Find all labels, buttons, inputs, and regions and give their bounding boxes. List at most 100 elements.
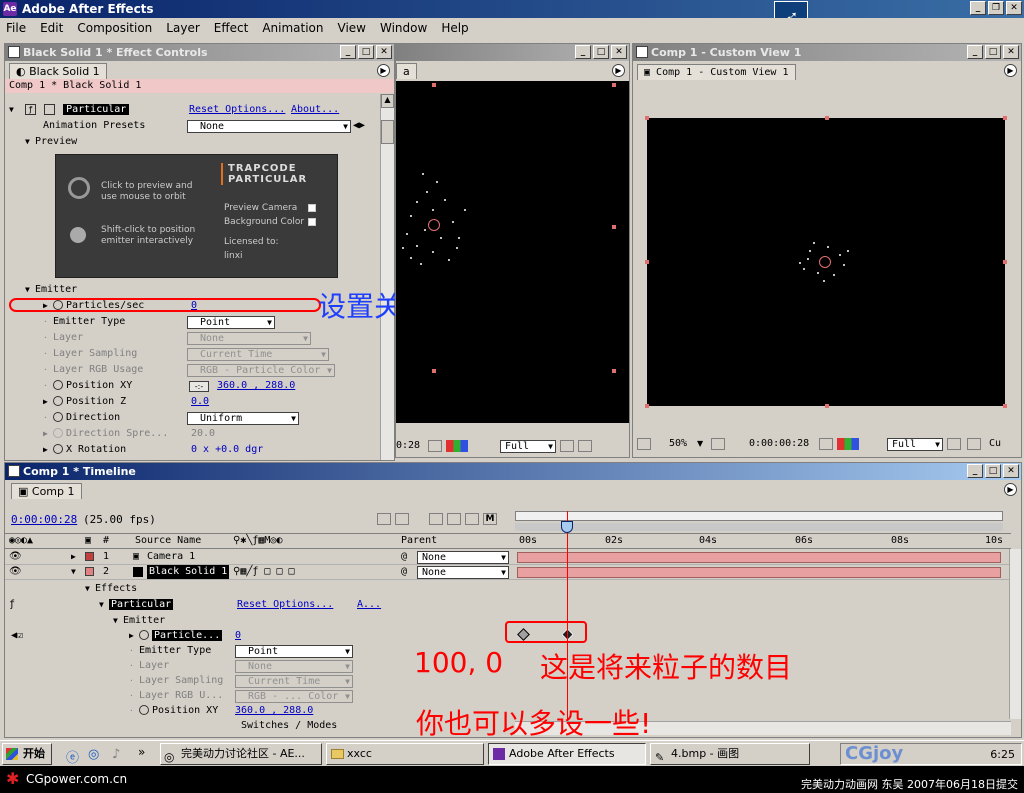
layer-label-color[interactable]: [85, 567, 94, 576]
stopwatch-icon[interactable]: [53, 396, 63, 406]
current-time-indicator[interactable]: [567, 511, 568, 733]
timeline-vscrollbar[interactable]: [1009, 549, 1021, 719]
column-source-name[interactable]: Source Name: [135, 534, 201, 548]
stopwatch-icon[interactable]: [139, 705, 149, 715]
menu-composition[interactable]: Composition: [75, 21, 154, 35]
minimize-button[interactable]: _: [970, 1, 986, 15]
prop-particle-value[interactable]: 0: [235, 628, 241, 644]
close-button[interactable]: ✕: [1006, 1, 1022, 15]
layer-row-camera[interactable]: 👁 ▶ 1 ▣ Camera 1 @ None: [5, 550, 1011, 565]
frame-blend-icon[interactable]: [447, 513, 461, 525]
custom-view-resolution-dropdown[interactable]: Full: [887, 438, 943, 451]
custom-view-canvas[interactable]: [645, 116, 1007, 408]
timeline-close-button[interactable]: ✕: [1003, 464, 1019, 478]
scroll-thumb[interactable]: [381, 120, 394, 144]
rgb-channels-icon[interactable]: [837, 438, 859, 450]
comp-viewer-canvas[interactable]: [396, 81, 629, 423]
fx-toggle[interactable]: ƒ: [25, 103, 37, 115]
parent-pickwhip-icon[interactable]: @: [401, 565, 407, 579]
taskbar-item-forum[interactable]: ◎ 完美动力讨论社区 - AE...: [160, 743, 322, 765]
time-navigator[interactable]: [515, 511, 1003, 521]
tab-custom-view[interactable]: ▣ Comp 1 - Custom View 1: [637, 64, 796, 80]
comp-viewer-timecode[interactable]: 0:28: [396, 437, 420, 455]
taskbar-item-after-effects[interactable]: Adobe After Effects: [488, 743, 646, 765]
stopwatch-icon[interactable]: [53, 300, 63, 310]
menu-edit[interactable]: Edit: [38, 21, 65, 35]
footer-site[interactable]: CGpower.com.cn: [26, 772, 127, 786]
comp-flowchart-icon[interactable]: [377, 513, 391, 525]
work-area-bar[interactable]: [515, 523, 1003, 531]
custom-view-menu-button[interactable]: ▶: [1004, 64, 1017, 77]
layer-name[interactable]: Black Solid 1: [147, 565, 230, 579]
tab-comp-1[interactable]: ▣ Comp 1: [11, 483, 82, 499]
quicklaunch-ie-icon[interactable]: ⓔ: [66, 747, 79, 766]
menu-file[interactable]: File: [4, 21, 28, 35]
resolution-dropdown[interactable]: Full: [500, 440, 556, 453]
eye-icon[interactable]: 👁: [9, 550, 22, 564]
stopwatch-icon[interactable]: [53, 380, 63, 390]
comp-minimize-button[interactable]: _: [575, 45, 591, 59]
custom-view-minimize-button[interactable]: _: [967, 45, 983, 59]
collapse-triangle-icon[interactable]: ▼: [25, 282, 35, 298]
always-preview-icon[interactable]: [637, 438, 651, 450]
timeline-about[interactable]: A...: [357, 597, 381, 613]
stopwatch-icon[interactable]: [139, 630, 149, 640]
tab-comp-partial[interactable]: a: [396, 63, 417, 79]
menu-help[interactable]: Help: [439, 21, 470, 35]
timeline-emitter-type-dropdown[interactable]: Point: [235, 645, 353, 658]
menu-layer[interactable]: Layer: [164, 21, 201, 35]
menu-animation[interactable]: Animation: [260, 21, 325, 35]
collapse-triangle-icon[interactable]: ▼: [71, 565, 76, 579]
expand-triangle-icon[interactable]: ▶: [71, 550, 76, 564]
zoom-dropdown-icon[interactable]: ▼: [697, 435, 703, 453]
preview-camera-checkbox[interactable]: [308, 204, 316, 212]
layer-row-black-solid[interactable]: 👁 ▼ 2 Black Solid 1 ⚲▦╱ƒ □ □ □ @ None: [5, 565, 1011, 580]
draft-3d-icon[interactable]: [429, 513, 443, 525]
timeline-menu-button[interactable]: ▶: [1004, 483, 1017, 496]
preset-nav-arrows[interactable]: ◀▶: [353, 118, 365, 134]
direction-dropdown[interactable]: Uniform: [187, 412, 299, 425]
reset-options-link[interactable]: Reset Options...: [189, 102, 285, 118]
transparency-grid-icon[interactable]: [578, 440, 592, 452]
custom-view-close-button[interactable]: ✕: [1003, 45, 1019, 59]
crosshair-icon[interactable]: -:-: [189, 381, 209, 392]
collapse-triangle-icon[interactable]: ▼: [25, 134, 35, 150]
quicklaunch-overflow-icon[interactable]: »: [138, 745, 145, 759]
tab-black-solid[interactable]: ◐ Black Solid 1: [9, 63, 107, 79]
layer-label-color[interactable]: [85, 552, 94, 561]
fx-toggle[interactable]: ƒ: [9, 599, 15, 610]
timeline-maximize-button[interactable]: □: [985, 464, 1001, 478]
quicklaunch-browser-icon[interactable]: ◎: [88, 747, 99, 762]
parent-dropdown[interactable]: None: [417, 551, 509, 564]
collapse-triangle-icon[interactable]: ▼: [99, 597, 109, 613]
panel-maximize-button[interactable]: □: [358, 45, 374, 59]
timeline-timecode[interactable]: 0:00:00:28: [11, 513, 77, 526]
camera-snapshot-icon[interactable]: [819, 438, 833, 450]
current-time-marker-icon[interactable]: [561, 521, 573, 533]
effect-controls-scrollbar[interactable]: ▲: [380, 94, 394, 460]
start-button[interactable]: 开始: [2, 743, 52, 765]
quicklaunch-media-icon[interactable]: ♪: [112, 747, 120, 762]
keyframe-navigator[interactable]: ◀☑: [11, 628, 23, 644]
viewer-menu-button[interactable]: ▶: [612, 64, 625, 77]
panel-minimize-button[interactable]: _: [340, 45, 356, 59]
prop-position-xy-value[interactable]: 360.0 , 288.0: [235, 703, 313, 719]
menu-window[interactable]: Window: [378, 21, 429, 35]
timeline-minimize-button[interactable]: _: [967, 464, 983, 478]
layer-duration-bar[interactable]: [517, 567, 1001, 578]
custom-view-timecode[interactable]: 0:00:00:28: [749, 435, 809, 453]
stopwatch-icon[interactable]: [53, 412, 63, 422]
stopwatch-icon[interactable]: [53, 444, 63, 454]
region-of-interest-icon[interactable]: [947, 438, 961, 450]
camera-view-dropdown[interactable]: Cu: [989, 435, 1001, 453]
expand-triangle-icon[interactable]: ▶: [43, 298, 53, 314]
live-update-icon[interactable]: [395, 513, 409, 525]
column-parent[interactable]: Parent: [401, 534, 437, 548]
menu-effect[interactable]: Effect: [212, 21, 251, 35]
custom-view-maximize-button[interactable]: □: [985, 45, 1001, 59]
rgb-channels-icon[interactable]: [446, 440, 468, 452]
menu-view[interactable]: View: [336, 21, 368, 35]
expand-triangle-icon[interactable]: ▶: [43, 442, 53, 458]
switches-modes-toggle[interactable]: Switches / Modes: [241, 719, 337, 733]
position-xy-value[interactable]: 360.0 , 288.0: [217, 378, 295, 394]
